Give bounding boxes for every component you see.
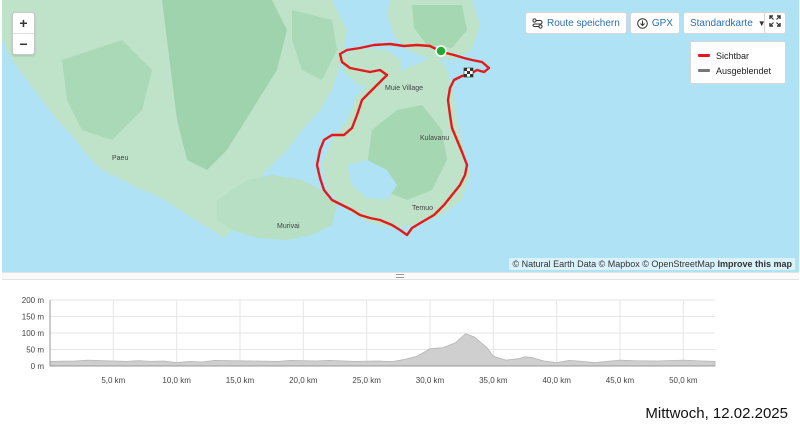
finish-flag-icon[interactable] — [463, 67, 474, 78]
x-tick-label: 45,0 km — [606, 376, 635, 385]
x-tick-label: 40,0 km — [542, 376, 571, 385]
app-root: Muie Village Kulavanu Paeu Temuo Murivai… — [0, 0, 800, 437]
map-canvas[interactable]: Muie Village Kulavanu Paeu Temuo Murivai — [2, 0, 799, 272]
legend-label: Sichtbar — [716, 50, 750, 61]
place-label-paeu: Paeu — [112, 155, 128, 162]
route-icon — [532, 17, 543, 29]
place-label-kulavanu: Kulavanu — [420, 135, 449, 142]
x-tick-label: 15,0 km — [226, 376, 255, 385]
improve-map-link[interactable]: Improve this map — [717, 259, 792, 269]
zoom-control: + − — [12, 12, 35, 55]
save-route-button[interactable]: Route speichern — [525, 12, 627, 34]
x-tick-label: 20,0 km — [289, 376, 318, 385]
legend-swatch-visible — [698, 54, 710, 57]
legend-item-hidden[interactable]: Ausgeblendet — [698, 63, 778, 78]
place-label-murivai: Murivai — [277, 223, 300, 230]
y-tick-label: 100 m — [22, 329, 45, 338]
elevation-chart[interactable]: 200 m 150 m 100 m 50 m 0 m 5,0 km 10,0 km 15,0 … — [2, 282, 799, 392]
resize-divider[interactable] — [2, 272, 799, 280]
start-marker[interactable] — [435, 45, 447, 57]
x-tick-label: 50,0 km — [669, 376, 698, 385]
map-style-label: Standardkarte — [689, 17, 753, 29]
place-label-temuo: Temuo — [412, 205, 433, 212]
x-tick-label: 30,0 km — [416, 376, 445, 385]
x-tick-label: 35,0 km — [479, 376, 508, 385]
gpx-button[interactable]: GPX — [629, 12, 680, 34]
map-style-dropdown[interactable]: Standardkarte ▼ — [682, 12, 773, 34]
gpx-label: GPX — [651, 17, 673, 29]
download-icon — [637, 17, 648, 29]
x-tick-label: 5,0 km — [101, 376, 125, 385]
attribution-text: © Natural Earth Data © Mapbox © OpenStre… — [512, 259, 715, 269]
y-tick-label: 150 m — [22, 313, 45, 322]
date-label: Mittwoch, 12.02.2025 — [645, 405, 788, 422]
x-tick-label: 10,0 km — [162, 376, 191, 385]
x-tick-label: 25,0 km — [352, 376, 381, 385]
save-route-label: Route speichern — [547, 17, 620, 29]
map-attribution: © Natural Earth Data © Mapbox © OpenStre… — [509, 258, 795, 270]
zoom-out-button[interactable]: − — [13, 33, 34, 53]
legend-item-visible[interactable]: Sichtbar — [698, 48, 778, 63]
legend-label: Ausgeblendet — [716, 65, 772, 76]
map-legend: Sichtbar Ausgeblendet — [690, 41, 786, 84]
fullscreen-button[interactable] — [764, 12, 786, 34]
grip-icon[interactable] — [396, 274, 404, 278]
map-toolbar: Route speichern GPX Standardkarte ▼ — [525, 12, 773, 34]
y-tick-label: 0 m — [31, 362, 45, 371]
y-tick-label: 200 m — [22, 296, 45, 305]
fullscreen-icon — [769, 14, 781, 32]
y-tick-label: 50 m — [26, 346, 44, 355]
place-label-muie-village: Muie Village — [385, 85, 423, 92]
map-view[interactable]: Muie Village Kulavanu Paeu Temuo Murivai… — [2, 0, 799, 272]
legend-swatch-hidden — [698, 69, 710, 72]
elevation-profile[interactable]: 200 m 150 m 100 m 50 m 0 m 5,0 km 10,0 km 15,0 … — [2, 282, 799, 392]
zoom-in-button[interactable]: + — [13, 13, 34, 33]
